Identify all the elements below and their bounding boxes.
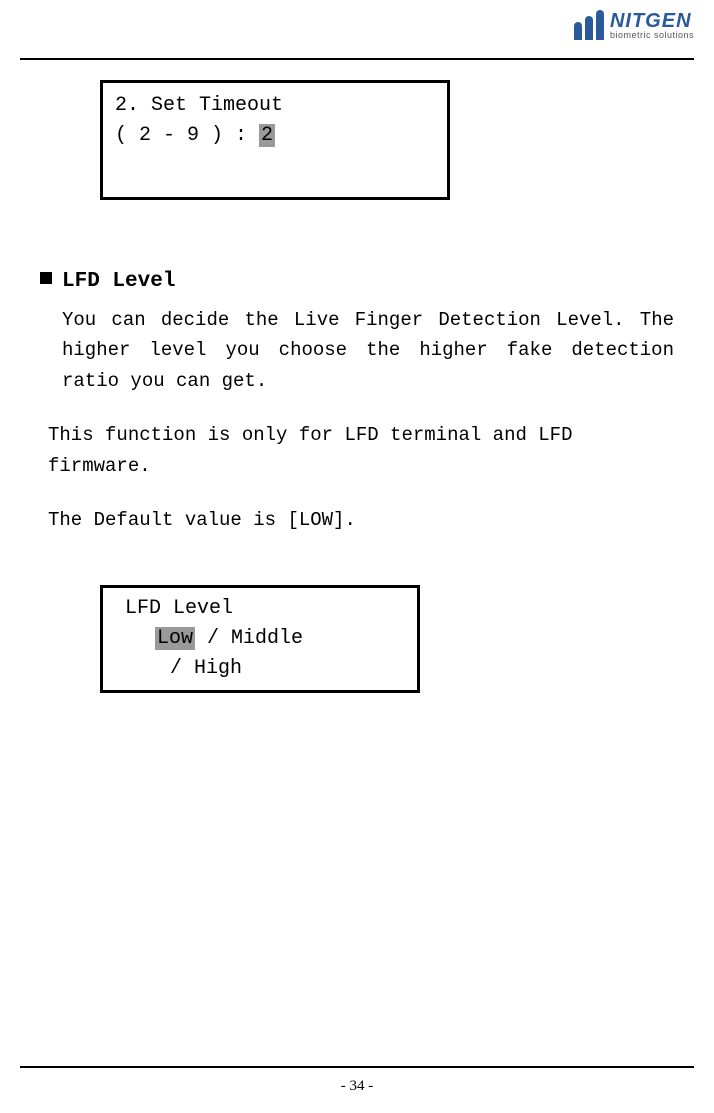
top-divider [20,58,694,60]
page-content: 2. Set Timeout ( 2 - 9 ) : 2 LFD Level Y… [40,80,674,693]
lcd-line-2: ( 2 - 9 ) : 2 [115,121,435,151]
lcd-box-lfd-level: LFD Level Low / Middle / High [100,585,420,693]
lcd2-selected-option: Low [155,627,195,650]
lcd-line-2-prefix: ( 2 - 9 ) : [115,124,259,147]
lcd-line-2-selected-value: 2 [259,124,275,147]
bottom-divider [20,1066,694,1068]
brand-name: NITGEN [610,11,694,31]
logo-text: NITGEN biometric solutions [610,11,694,40]
lcd2-option-suffix: / Middle [195,627,303,650]
paragraph-2: This function is only for LFD terminal a… [48,420,674,481]
paragraph-1: You can decide the Live Finger Detection… [62,305,674,396]
brand-header: NITGEN biometric solutions [574,10,694,40]
lcd-line-1: 2. Set Timeout [115,91,435,121]
paragraph-3: The Default value is [LOW]. [48,505,674,535]
lcd2-line-1: LFD Level [115,594,405,624]
bullet-icon [40,272,52,284]
lcd2-line-3: / High [115,654,405,684]
section-heading-row: LFD Level [40,270,674,293]
section-heading: LFD Level [62,270,175,293]
logo-bars-icon [574,10,604,40]
page-number: - 34 - [0,1078,714,1095]
lcd2-line-2: Low / Middle [115,624,405,654]
lcd-box-timeout: 2. Set Timeout ( 2 - 9 ) : 2 [100,80,450,200]
brand-tagline: biometric solutions [610,31,694,40]
